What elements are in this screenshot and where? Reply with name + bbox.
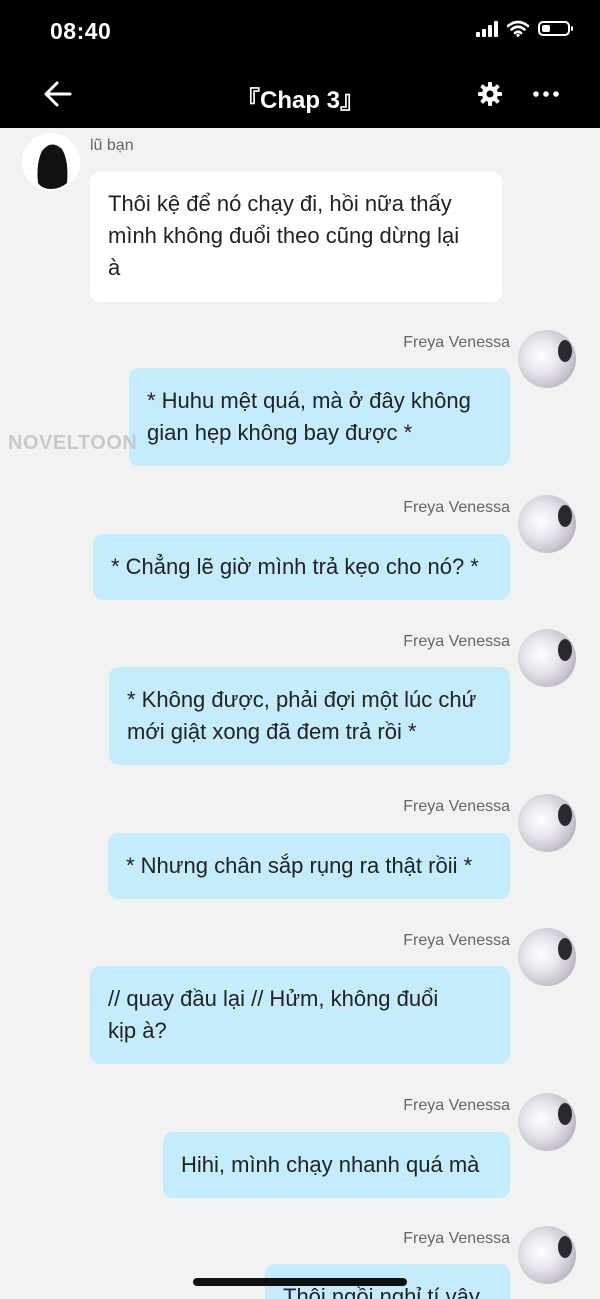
- message-item: Freya Venessa * Chẳng lẽ giờ mình trả kẹ…: [0, 495, 600, 605]
- avatar[interactable]: [518, 1226, 576, 1284]
- status-time: 08:40: [50, 18, 112, 44]
- sender-name: Freya Venessa: [403, 932, 510, 949]
- home-indicator[interactable]: [193, 1278, 407, 1286]
- message-item: Freya Venessa // quay đầu lại // Hửm, kh…: [0, 928, 600, 1068]
- silhouette-avatar-icon: [22, 133, 80, 191]
- chat-screen: 08:40 『Chap 3』 lũ bạn Thôi kệ để nó chạy…: [0, 0, 600, 1299]
- message-bubble[interactable]: Thôi kệ để nó chạy đi, hồi nữa thấy mình…: [90, 172, 502, 302]
- sender-name: Freya Venessa: [403, 798, 510, 815]
- message-item: Freya Venessa * Không được, phải đợi một…: [0, 629, 600, 769]
- cellular-signal-icon: [476, 20, 498, 37]
- message-bubble[interactable]: * Chẳng lẽ giờ mình trả kẹo cho nó? *: [93, 534, 510, 600]
- message-bubble[interactable]: Hihi, mình chạy nhanh quá mà: [163, 1132, 510, 1198]
- sender-name: Freya Venessa: [403, 633, 510, 650]
- message-bubble[interactable]: // quay đầu lại // Hửm, không đuổi kịp à…: [90, 966, 510, 1064]
- sender-name: Freya Venessa: [403, 499, 510, 516]
- message-item: Freya Venessa Thôi ngồi nghỉ tí vậy: [0, 1226, 600, 1299]
- message-text-line: à: [108, 255, 121, 280]
- avatar[interactable]: [518, 1093, 576, 1151]
- message-item: Freya Venessa * Nhưng chân sắp rụng ra t…: [0, 794, 600, 904]
- avatar[interactable]: [518, 495, 576, 553]
- sender-name: lũ bạn: [90, 137, 134, 154]
- message-text-line: // quay đầu lại // Hửm, không đuổi: [108, 986, 439, 1011]
- avatar[interactable]: [518, 928, 576, 986]
- top-bar: 08:40 『Chap 3』: [0, 0, 600, 128]
- avatar[interactable]: [22, 133, 80, 191]
- message-text-line: kịp à?: [108, 1018, 167, 1043]
- sender-name: Freya Venessa: [403, 334, 510, 351]
- message-text-line: * Chẳng lẽ giờ mình trả kẹo cho nó? *: [111, 554, 479, 579]
- status-icons: [476, 20, 573, 37]
- message-text-line: gian hẹp không bay được *: [147, 420, 413, 445]
- message-bubble[interactable]: * Không được, phải đợi một lúc chứ mới g…: [109, 667, 510, 765]
- message-text-line: mới giật xong đã đem trả rồi *: [127, 719, 417, 744]
- battery-icon: [538, 21, 573, 36]
- message-text-line: * Huhu mệt quá, mà ở đây không: [147, 388, 471, 413]
- noveltoon-watermark: NOVELTOON: [8, 432, 138, 454]
- message-list[interactable]: lũ bạn Thôi kệ để nó chạy đi, hồi nữa th…: [0, 128, 600, 1299]
- message-text-line: Thôi kệ để nó chạy đi, hồi nữa thấy: [108, 191, 452, 216]
- wifi-icon: [507, 20, 529, 37]
- message-bubble[interactable]: * Nhưng chân sắp rụng ra thật rồii *: [108, 833, 510, 899]
- settings-button[interactable]: [476, 80, 504, 108]
- battery-level: [542, 25, 550, 32]
- message-bubble[interactable]: * Huhu mệt quá, mà ở đây không gian hẹp …: [129, 368, 510, 466]
- sender-name: Freya Venessa: [403, 1097, 510, 1114]
- message-text-line: * Không được, phải đợi một lúc chứ: [127, 687, 477, 712]
- sender-name: Freya Venessa: [403, 1230, 510, 1247]
- avatar[interactable]: [518, 629, 576, 687]
- gear-icon: [478, 82, 502, 106]
- message-text-line: mình không đuổi theo cũng dừng lại: [108, 223, 460, 248]
- chapter-title: 『Chap 3』: [235, 87, 364, 114]
- more-dots-icon: [533, 91, 559, 97]
- message-item: Freya Venessa Hihi, mình chạy nhanh quá …: [0, 1093, 600, 1203]
- avatar[interactable]: [518, 330, 576, 388]
- message-text-line: Hihi, mình chạy nhanh quá mà: [181, 1152, 480, 1177]
- more-options-button[interactable]: [530, 80, 562, 108]
- message-item: lũ bạn Thôi kệ để nó chạy đi, hồi nữa th…: [0, 128, 600, 303]
- message-text-line: * Nhưng chân sắp rụng ra thật rồii *: [126, 853, 473, 878]
- avatar[interactable]: [518, 794, 576, 852]
